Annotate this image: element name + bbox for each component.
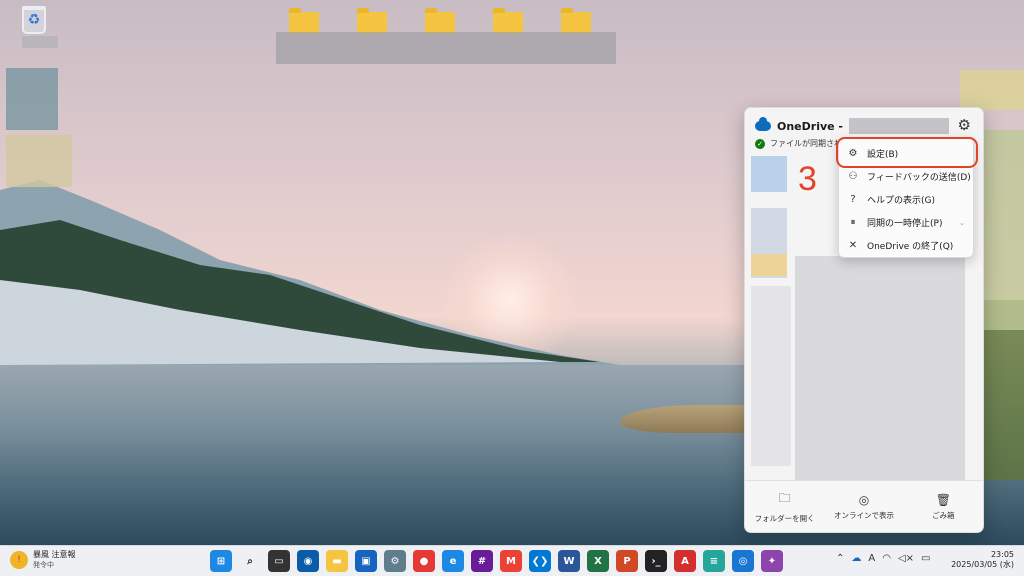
volume-icon[interactable]: ◁× [898,553,914,564]
account-name-blurred [849,118,949,134]
onedrive-tray-icon[interactable]: ☁ [851,553,861,564]
desktop-icon-blurred[interactable] [6,135,72,187]
folder-icon: 🗀 [778,491,791,505]
search-icon[interactable]: ⌕ [239,550,261,572]
file-explorer-icon[interactable]: ▬ [326,550,348,572]
flyout-header: OneDrive - [755,117,949,134]
clock[interactable]: 23:05 2025/03/05 (水) [951,550,1014,570]
acrobat-icon[interactable]: A [674,550,696,572]
gmail-icon[interactable]: M [500,550,522,572]
chrome-icon[interactable]: ● [413,550,435,572]
mountain-landscape [0,180,620,365]
zoom-icon[interactable]: ◎ [732,550,754,572]
powerpoint-icon[interactable]: P [616,550,638,572]
view-online-button[interactable]: ◎ オンラインで表示 [824,481,903,532]
weather-subtitle: 発令中 [33,561,54,569]
settings-gear-icon[interactable]: ⚙ [958,116,971,134]
settings-app-icon[interactable]: ⚙ [384,550,406,572]
excel-icon[interactable]: X [587,550,609,572]
help-icon: ? [850,194,856,205]
notepad-icon[interactable]: ≡ [703,550,725,572]
battery-icon[interactable]: ▭ [921,553,930,564]
clock-time: 23:05 [990,550,1014,559]
chevron-down-icon: ⌄ [959,218,965,227]
terminal-icon[interactable]: ›_ [645,550,667,572]
close-icon: ✕ [848,240,858,251]
check-icon: ✓ [755,138,765,149]
system-tray: ⌃ ☁ A ◠ ◁× ▭ [836,553,931,564]
slack-icon[interactable]: # [471,550,493,572]
recycle-bin-label-blurred [22,36,58,48]
weather-title: 暴風 注意報 [33,550,76,559]
step-highlight-box [836,137,978,168]
dell-app-icon[interactable]: ◉ [297,550,319,572]
step-number-label: 3 [798,160,817,198]
copilot-icon[interactable]: ✦ [761,550,783,572]
weather-widget[interactable]: ! 暴風 注意報 発令中 [10,549,76,570]
menu-item-quit-onedrive[interactable]: ✕ OneDrive の終了(Q) [839,234,973,257]
desktop-icon-blurred[interactable] [6,68,58,130]
flyout-title: OneDrive - [777,119,843,133]
ime-indicator[interactable]: A [868,553,875,564]
menu-item-feedback[interactable]: ⚇ フィードバックの送信(D) [839,165,973,188]
recycle-bin-icon[interactable]: ♻ [22,6,46,34]
globe-icon: ◎ [858,492,870,507]
wifi-icon[interactable]: ◠ [882,553,891,564]
taskbar: ! 暴風 注意報 発令中 ⊞ ⌕ ▭ ◉ ▬ ▣ ⚙ ● e # M ❮❯ W … [0,545,1024,576]
trash-icon: 🗑 [935,492,951,507]
recycle-bin-button[interactable]: 🗑 ごみ箱 [904,481,983,532]
open-folder-button[interactable]: 🗀 フォルダーを開く [745,481,824,532]
clock-date: 2025/03/05 (水) [951,560,1014,569]
task-view-icon[interactable]: ▭ [268,550,290,572]
start-button-icon[interactable]: ⊞ [210,550,232,572]
pause-icon: ⏸ [850,217,856,228]
onedrive-cloud-icon [755,117,771,131]
word-icon[interactable]: W [558,550,580,572]
vscode-icon[interactable]: ❮❯ [529,550,551,572]
chevron-up-icon[interactable]: ⌃ [836,553,844,564]
menu-item-help[interactable]: ? ヘルプの表示(G) [839,188,973,211]
store-icon[interactable]: ▣ [355,550,377,572]
edge-icon[interactable]: e [442,550,464,572]
weather-alert-icon: ! [10,550,28,569]
feedback-icon: ⚇ [848,171,858,182]
folder-labels-blurred [276,32,616,64]
flyout-footer: 🗀 フォルダーを開く ◎ オンラインで表示 🗑 ごみ箱 [745,480,983,532]
menu-item-pause-sync[interactable]: ⏸ 同期の一時停止(P) ⌄ [839,211,973,234]
taskbar-apps: ⊞ ⌕ ▭ ◉ ▬ ▣ ⚙ ● e # M ❮❯ W X P ›_ A ≡ ◎ … [210,550,783,572]
